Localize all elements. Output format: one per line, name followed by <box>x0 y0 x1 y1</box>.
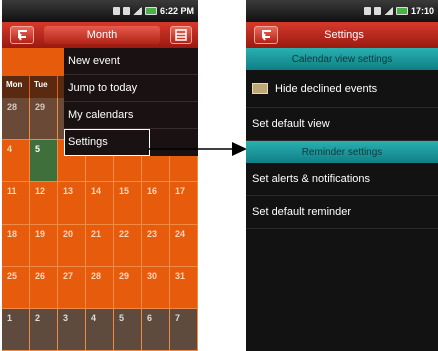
day-cell[interactable]: 3 <box>58 308 86 351</box>
menu-icon <box>175 29 187 41</box>
day-cell[interactable]: 4 <box>86 308 114 351</box>
status-bar: 6:22 PM <box>2 0 198 22</box>
status-time: 17:10 <box>410 6 434 16</box>
day-cell[interactable]: 27 <box>58 266 86 309</box>
title-bar: Month <box>2 22 198 48</box>
day-cell[interactable]: 31 <box>170 266 198 309</box>
day-cell[interactable]: 26 <box>30 266 58 309</box>
calendar-screen: 6:22 PM Month Mon Tue 28 29 4 5 11 12 13 14 15 16 1… <box>2 0 198 351</box>
day-cell[interactable]: 21 <box>86 224 114 267</box>
day-cell[interactable]: 12 <box>30 182 58 225</box>
day-cell[interactable]: 11 <box>2 182 30 225</box>
day-cell[interactable]: 29 <box>30 98 58 141</box>
day-cell[interactable]: 29 <box>114 266 142 309</box>
day-cell[interactable]: 4 <box>2 140 30 183</box>
back-button[interactable] <box>10 26 34 44</box>
default-view-label: Set default view <box>252 118 330 130</box>
default-view-row[interactable]: Set default view <box>246 108 438 141</box>
day-cell[interactable]: 6 <box>142 308 170 351</box>
default-reminder-row[interactable]: Set default reminder <box>246 196 438 229</box>
sim-icon <box>122 7 130 15</box>
hide-declined-label: Hide declined events <box>275 82 378 95</box>
day-cell[interactable]: 24 <box>170 224 198 267</box>
menu-button[interactable] <box>170 26 192 44</box>
section-calendar-view: Calendar view settings <box>246 48 438 70</box>
menu-item-my-calendars[interactable]: My calendars <box>64 102 198 129</box>
status-time: 6:22 PM <box>159 6 194 16</box>
title-bar: Settings <box>246 22 438 48</box>
callout-arrow <box>148 142 247 156</box>
day-cell[interactable]: 25 <box>2 266 30 309</box>
day-cell[interactable]: 18 <box>2 224 30 267</box>
alerts-label: Set alerts & notifications <box>252 173 371 185</box>
day-cell[interactable]: 23 <box>142 224 170 267</box>
menu-item-jump-to-today[interactable]: Jump to today <box>64 75 198 102</box>
signal-icon <box>383 7 393 15</box>
wifi-icon <box>373 7 381 15</box>
day-cell[interactable]: 14 <box>86 182 114 225</box>
day-cell[interactable]: 22 <box>114 224 142 267</box>
day-cell[interactable]: 28 <box>2 98 30 141</box>
status-bar: 17:10 <box>246 0 438 22</box>
day-cell[interactable]: 15 <box>114 182 142 225</box>
back-arrow-icon <box>262 30 271 41</box>
day-cell[interactable]: 5 <box>114 308 142 351</box>
signal-icon <box>132 7 142 15</box>
settings-list: Calendar view settings Hide declined eve… <box>246 48 438 351</box>
weekday-label: Mon <box>2 76 30 98</box>
notification-icon <box>112 7 120 15</box>
screen-title: Settings <box>324 29 364 41</box>
checkbox-icon[interactable] <box>252 83 268 94</box>
notification-icon <box>363 7 371 15</box>
back-button[interactable] <box>254 26 278 44</box>
battery-icon <box>144 7 157 15</box>
settings-screen: 17:10 Settings Calendar view settings Hi… <box>246 0 438 351</box>
weekday-label: Tue <box>30 76 58 98</box>
hide-declined-row[interactable]: Hide declined events <box>246 70 438 108</box>
view-title[interactable]: Month <box>44 26 160 44</box>
battery-icon <box>395 7 408 15</box>
day-cell[interactable]: 7 <box>170 308 198 351</box>
day-cell[interactable]: 17 <box>170 182 198 225</box>
back-arrow-icon <box>18 30 27 41</box>
day-cell[interactable]: 28 <box>86 266 114 309</box>
menu-item-new-event[interactable]: New event <box>64 48 198 75</box>
day-cell[interactable]: 13 <box>58 182 86 225</box>
alerts-row[interactable]: Set alerts & notifications <box>246 163 438 196</box>
day-cell[interactable]: 30 <box>142 266 170 309</box>
section-reminder: Reminder settings <box>246 141 438 163</box>
day-cell[interactable]: 19 <box>30 224 58 267</box>
day-cell[interactable]: 20 <box>58 224 86 267</box>
default-reminder-label: Set default reminder <box>252 206 352 218</box>
day-cell[interactable]: 16 <box>142 182 170 225</box>
day-cell[interactable]: 1 <box>2 308 30 351</box>
day-cell[interactable]: 5 <box>30 140 58 183</box>
menu-item-settings[interactable]: Settings <box>64 129 150 156</box>
day-cell[interactable]: 2 <box>30 308 58 351</box>
